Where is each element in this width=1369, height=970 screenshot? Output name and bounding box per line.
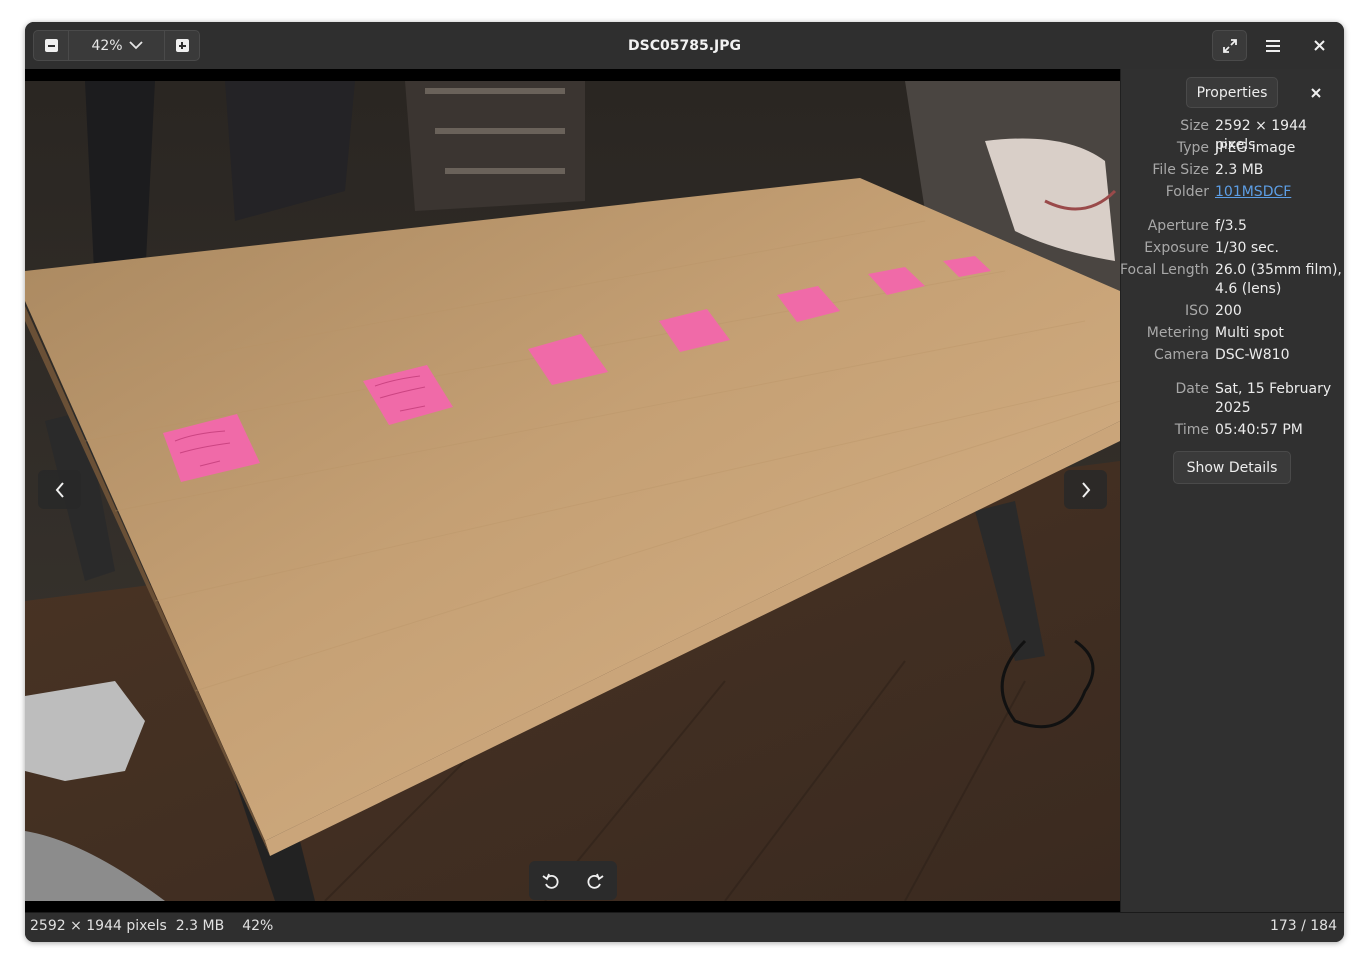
rotate-left-button[interactable]	[536, 866, 566, 896]
property-label: Exposure	[1144, 240, 1209, 256]
rotate-right-button[interactable]	[580, 866, 610, 896]
rotate-right-icon	[587, 873, 604, 889]
header-bar: 42% DSC05785.JPG	[25, 22, 1344, 70]
main-menu-button[interactable]	[1255, 30, 1290, 61]
next-image-button[interactable]	[1064, 470, 1107, 509]
plus-icon	[175, 39, 189, 52]
close-icon	[1314, 40, 1325, 51]
image-viewer-window: 42% DSC05785.JPG Properties Size 2592 × …	[25, 22, 1344, 942]
property-value: JPEG image	[1215, 140, 1296, 156]
fullscreen-icon	[1222, 38, 1237, 53]
property-value: 1/30 sec.	[1215, 240, 1279, 256]
property-label: Type	[1176, 140, 1209, 156]
status-file-size: 2.3 MB	[175, 918, 225, 934]
property-label: Camera	[1154, 347, 1209, 363]
zoom-dropdown[interactable]: 42%	[68, 31, 166, 60]
photo	[25, 81, 1120, 901]
minus-icon	[44, 39, 58, 52]
property-label: ISO	[1184, 303, 1209, 319]
property-value: 05:40:57 PM	[1215, 422, 1303, 438]
property-label: Date	[1175, 381, 1209, 397]
property-value: 26.0 (35mm film), 4.6 (lens)	[1215, 262, 1342, 297]
property-label: Time	[1174, 422, 1209, 438]
property-value: DSC-W810	[1215, 347, 1290, 363]
property-label: Metering	[1146, 325, 1209, 341]
zoom-out-button[interactable]	[34, 31, 69, 60]
property-label: File Size	[1152, 162, 1209, 178]
properties-title-button[interactable]: Properties	[1186, 77, 1278, 108]
property-value: Sat, 15 February 2025	[1215, 381, 1332, 416]
status-bar: 2592 × 1944 pixels 2.3 MB 42% 173 / 184	[25, 912, 1344, 942]
folder-link[interactable]: 101MSDCF	[1215, 183, 1343, 202]
photo-image	[25, 81, 1120, 901]
property-label: Folder	[1165, 184, 1209, 200]
properties-sidebar: Properties Size 2592 × 1944 pixels Type …	[1120, 69, 1344, 912]
zoom-value-label: 42%	[91, 37, 123, 54]
sidebar-close-button[interactable]	[1305, 82, 1326, 103]
status-position: 173 / 184	[1269, 918, 1337, 934]
rotate-controls	[529, 861, 617, 900]
property-label: Focal Length	[1119, 262, 1209, 278]
property-value: f/3.5	[1215, 218, 1247, 234]
property-label: Aperture	[1147, 218, 1209, 234]
status-dimensions: 2592 × 1944 pixels	[30, 918, 167, 934]
zoom-control: 42%	[33, 30, 200, 61]
chevron-down-icon	[128, 41, 143, 50]
chevron-left-icon	[55, 481, 64, 498]
zoom-in-button[interactable]	[164, 31, 199, 60]
rotate-left-icon	[542, 873, 559, 889]
chevron-right-icon	[1081, 481, 1090, 498]
fullscreen-button[interactable]	[1212, 30, 1247, 61]
property-value: Multi spot	[1215, 325, 1284, 341]
hamburger-menu-icon	[1265, 39, 1280, 52]
status-zoom: 42%	[242, 918, 274, 934]
property-value: 2.3 MB	[1215, 162, 1264, 178]
close-icon	[1310, 87, 1321, 98]
show-details-button[interactable]: Show Details	[1173, 451, 1291, 484]
window-close-button[interactable]	[1304, 30, 1335, 61]
property-label: Size	[1180, 118, 1209, 134]
image-viewport[interactable]	[25, 69, 1120, 912]
property-value: 200	[1215, 303, 1242, 319]
window-title: DSC05785.JPG	[628, 37, 741, 54]
previous-image-button[interactable]	[38, 470, 81, 509]
